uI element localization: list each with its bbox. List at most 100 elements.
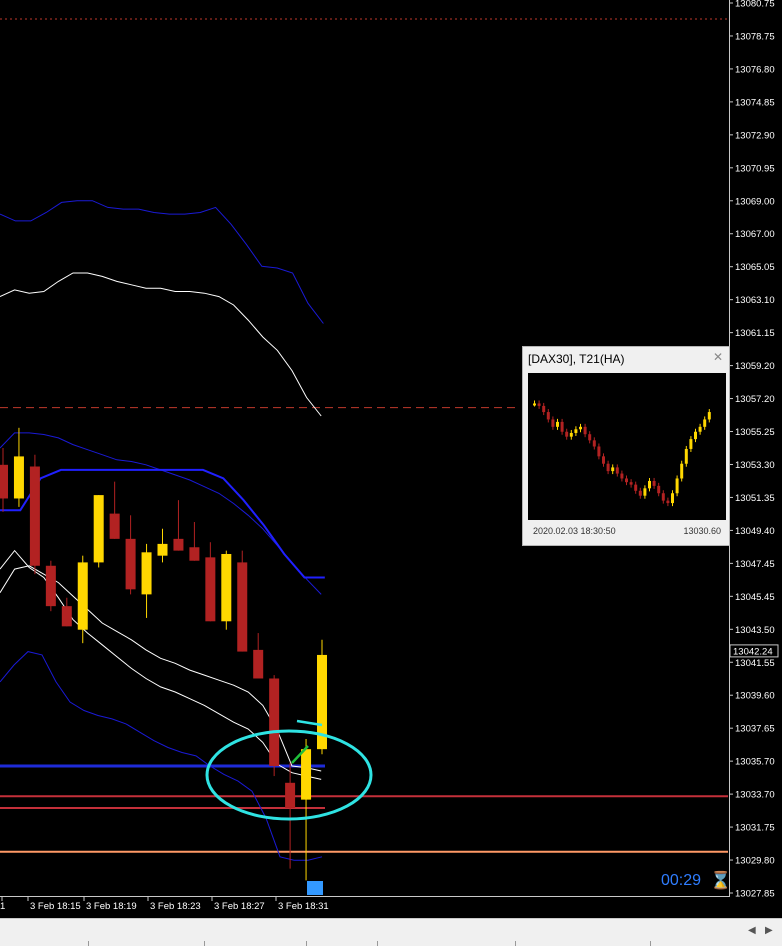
candle-body <box>221 553 232 622</box>
price-tick-label: 13080.75 <box>735 0 775 10</box>
mini-candle-body <box>602 456 605 464</box>
candle-body <box>189 547 200 561</box>
mini-candle-body <box>634 484 638 491</box>
mini-chart-title: [DAX30], T21(HA) <box>528 352 625 366</box>
price-tick-label: 13029.80 <box>735 856 775 867</box>
time-tick-label: 1 <box>0 901 5 912</box>
candle-body <box>269 678 280 766</box>
mini-candle-body <box>588 434 592 441</box>
price-tick-label: 13035.70 <box>735 757 775 768</box>
mini-candle-body <box>565 431 569 437</box>
candle-body <box>125 538 136 590</box>
mini-candle-body <box>666 500 670 504</box>
mini-candle-body <box>574 429 578 433</box>
candle-body <box>173 538 184 551</box>
mini-candle-body <box>537 403 541 406</box>
time-tick-label: 3 Feb 18:19 <box>86 901 137 912</box>
candle-body <box>141 552 152 595</box>
price-tick-label: 13037.65 <box>735 724 775 735</box>
time-tick-label: 3 Feb 18:23 <box>150 901 201 912</box>
mini-chart-canvas <box>528 373 726 520</box>
candle-body <box>93 495 104 563</box>
mini-candle-body <box>638 490 642 496</box>
mini-candle-body <box>611 467 615 472</box>
price-tick-label: 13076.80 <box>735 64 775 75</box>
price-tick-label: 13055.25 <box>735 427 775 438</box>
mini-candle-body <box>583 426 587 435</box>
signal-marker <box>307 881 323 895</box>
price-tick-label: 13027.85 <box>735 889 775 900</box>
mini-candle-body <box>625 478 628 483</box>
tab-separator <box>204 941 205 946</box>
price-tick-label: 13049.40 <box>735 526 775 537</box>
mini-candle-body <box>597 446 601 457</box>
mini-candle-body <box>661 493 665 501</box>
price-tick-label: 13061.15 <box>735 328 775 339</box>
candle-body <box>157 543 168 556</box>
time-tick-label: 3 Feb 18:31 <box>278 901 329 912</box>
mini-candle-body <box>652 480 656 486</box>
price-tick-label: 13063.10 <box>735 295 775 306</box>
mini-candle-body <box>560 421 564 432</box>
tab-separator <box>377 941 378 946</box>
candle-body <box>253 649 264 679</box>
mini-candle-body <box>675 478 679 494</box>
mini-candle-body <box>615 467 619 474</box>
mini-candle-body <box>689 439 693 449</box>
candle-body <box>29 466 40 566</box>
price-tick-label: 13059.20 <box>735 361 775 372</box>
mini-candle-body <box>684 448 688 464</box>
right-arrow-icon[interactable]: ▶ <box>765 925 773 936</box>
price-tick-label: 13047.45 <box>735 559 775 570</box>
candle-body <box>45 565 56 607</box>
price-tick-label: 13078.75 <box>735 31 775 42</box>
tab-separator <box>650 941 651 946</box>
candle-body <box>301 749 312 800</box>
mini-candle-body <box>643 488 647 496</box>
mini-chart-timestamp: 2020.02.03 18:30:50 <box>533 526 616 536</box>
candle-body <box>61 606 72 627</box>
mini-candle-body <box>698 426 702 432</box>
mini-candle-body <box>606 463 610 472</box>
price-tick-label: 13039.60 <box>735 691 775 702</box>
candle-body <box>13 456 24 499</box>
time-tick-label: 3 Feb 18:27 <box>214 901 265 912</box>
price-tick-label: 13069.00 <box>735 196 775 207</box>
mini-candle-body <box>551 419 555 427</box>
candle-body <box>77 562 88 630</box>
price-tick-label: 13070.95 <box>735 163 775 174</box>
price-tick-label: 13045.45 <box>735 592 775 603</box>
mini-candle-body <box>542 405 546 413</box>
mini-candle-body <box>680 463 684 479</box>
price-tick-label: 13074.85 <box>735 97 775 108</box>
close-icon[interactable]: ✕ <box>713 350 723 364</box>
mini-candle-body <box>694 431 697 440</box>
mini-chart-price: 13030.60 <box>683 526 721 536</box>
hourglass-icon: ⌛ <box>710 871 732 891</box>
mini-candle-body <box>657 485 661 494</box>
tab-separator <box>515 941 516 946</box>
current-price-label: 13042.24 <box>733 646 773 657</box>
mini-candle-body <box>707 412 711 420</box>
mini-candle-body <box>533 403 536 406</box>
bottom-tab-bar[interactable]: ◀ ▶ <box>0 918 782 946</box>
candle-body <box>109 513 120 539</box>
candle-body <box>205 557 216 622</box>
candle-body <box>0 464 8 499</box>
price-tick-label: 13033.70 <box>735 790 775 801</box>
price-tick-label: 13067.00 <box>735 229 775 240</box>
mini-chart-window[interactable]: [DAX30], T21(HA) ✕ 2020.02.03 18:30:50 1… <box>522 346 730 546</box>
left-arrow-icon[interactable]: ◀ <box>748 925 756 936</box>
mini-candle-body <box>620 473 624 479</box>
mini-candle-body <box>671 493 674 504</box>
mini-candle-body <box>703 419 707 427</box>
candle-body <box>237 562 248 652</box>
price-tick-label: 13051.35 <box>735 493 775 504</box>
tab-separator <box>88 941 89 946</box>
price-tick-label: 13057.20 <box>735 394 775 405</box>
time-tick-label: 3 Feb 18:15 <box>30 901 81 912</box>
bar-countdown: 00:29 <box>661 872 702 889</box>
price-tick-label: 13065.05 <box>735 262 775 273</box>
mini-candle-body <box>569 432 573 437</box>
mini-candle-body <box>546 412 550 420</box>
